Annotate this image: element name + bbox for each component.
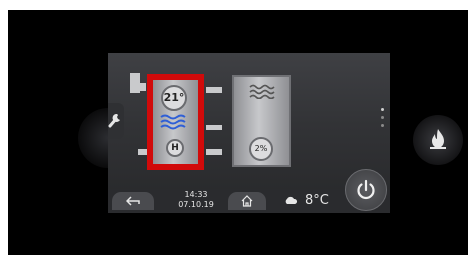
outside-temperature: 8°C xyxy=(305,193,329,208)
back-arrow-icon xyxy=(126,196,140,206)
heater-indicator: H xyxy=(166,139,184,157)
back-button[interactable] xyxy=(112,192,154,210)
clock-time: 14:33 xyxy=(184,190,208,199)
power-button[interactable] xyxy=(345,169,387,211)
page-dot xyxy=(381,124,384,127)
power-icon xyxy=(357,179,375,200)
flame-button[interactable] xyxy=(413,115,463,165)
page-indicator xyxy=(381,108,385,134)
home-icon xyxy=(241,195,253,207)
hot-water-tank-selection[interactable]: 21° H xyxy=(147,74,204,170)
flame-icon xyxy=(430,129,446,149)
buffer-level: 2% xyxy=(249,137,273,161)
hot-water-temperature: 21° xyxy=(161,85,187,111)
cloud-icon xyxy=(285,196,298,204)
page-dot xyxy=(381,108,384,111)
page-dot xyxy=(381,116,384,119)
clock-date: 07.10.19 xyxy=(178,200,214,209)
device-frame: 21° H 2% 14:33 07.10.19 8°C xyxy=(8,10,468,255)
water-waves-icon xyxy=(160,114,186,130)
steam-waves-icon xyxy=(249,84,275,99)
home-button[interactable] xyxy=(228,192,266,210)
buffer-tank[interactable]: 2% xyxy=(232,75,291,167)
